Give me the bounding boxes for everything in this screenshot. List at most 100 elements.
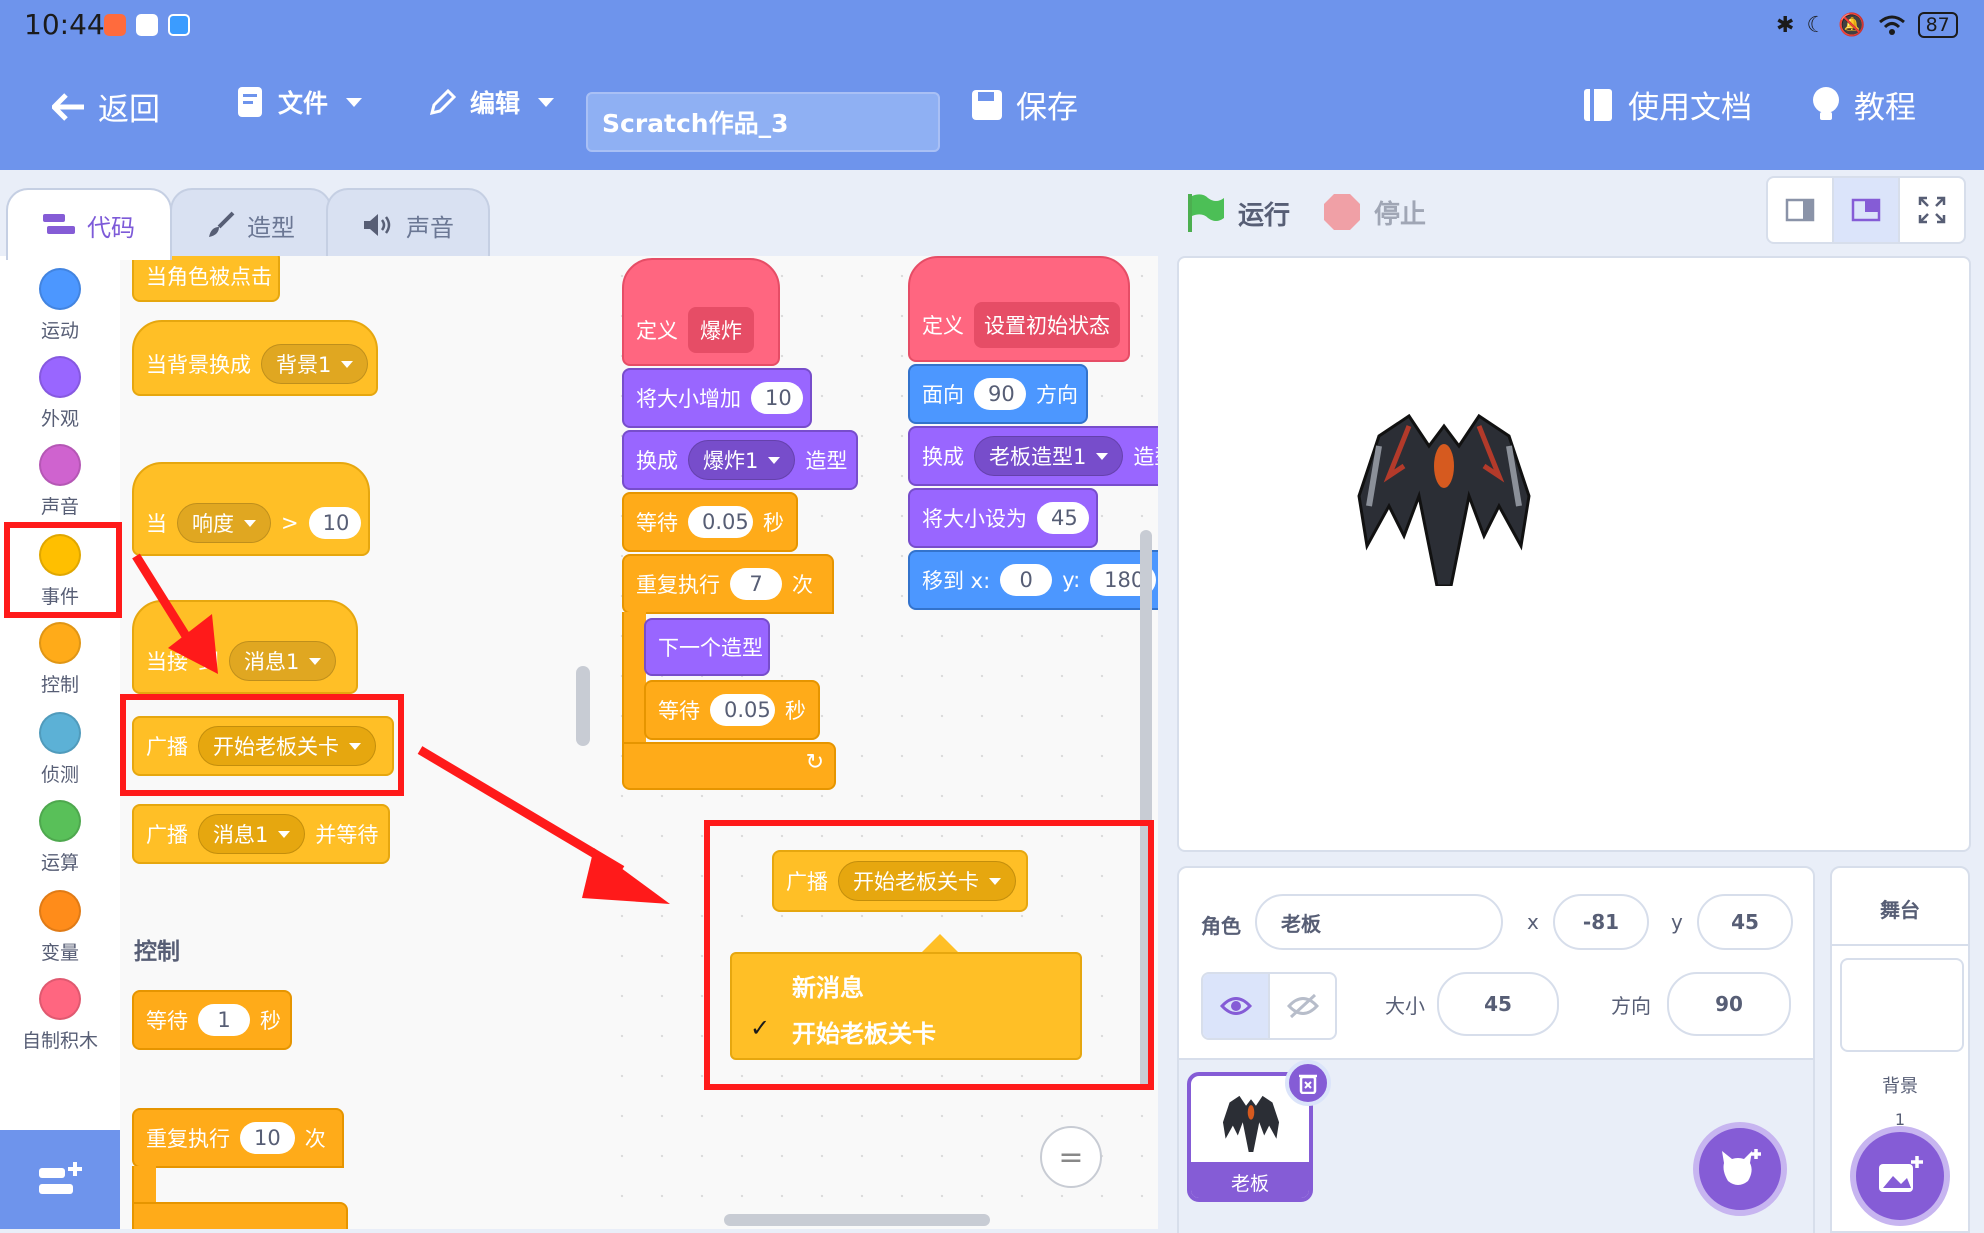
- define-name: 爆炸: [700, 319, 742, 343]
- y-label: y: [1671, 910, 1683, 934]
- zoom-reset-button[interactable]: =: [1040, 1126, 1102, 1188]
- palette-scrollbar[interactable]: [576, 666, 590, 746]
- set-size-input[interactable]: 45: [1037, 502, 1089, 534]
- stage-canvas[interactable]: [1177, 256, 1971, 852]
- repeat-input[interactable]: 7: [730, 568, 782, 600]
- backdrop-dropdown[interactable]: 背景1: [261, 344, 369, 384]
- tutorial-button[interactable]: 教程: [1810, 82, 1916, 127]
- edit-menu[interactable]: 编辑: [428, 84, 555, 120]
- y-position-input[interactable]: 45: [1697, 894, 1793, 950]
- wait-block[interactable]: 等待 0.05 秒: [644, 680, 820, 740]
- sprite-name-input[interactable]: 老板: [1255, 894, 1503, 950]
- broadcast-wait-dropdown[interactable]: 消息1: [198, 814, 306, 854]
- wait-block[interactable]: 等待 0.05 秒: [622, 492, 798, 552]
- repeat-block[interactable]: 重复执行 7 次: [622, 554, 834, 614]
- change-size-block[interactable]: 将大小增加 10: [622, 368, 812, 428]
- normal-stage-button[interactable]: [1834, 178, 1900, 242]
- category-motion[interactable]: 运动: [0, 268, 120, 343]
- fullscreen-button[interactable]: [1900, 178, 1964, 242]
- palette-heading-control: 控制: [134, 939, 180, 965]
- category-control[interactable]: 控制: [0, 622, 120, 697]
- direction-input[interactable]: 90: [974, 378, 1026, 410]
- speaker-icon: [364, 214, 391, 236]
- block-label: 并等待: [315, 823, 379, 847]
- save-button[interactable]: 保存: [970, 82, 1078, 127]
- loudness-input[interactable]: 10: [308, 507, 361, 539]
- repeat-block-foot: [132, 1202, 348, 1229]
- repeat-block[interactable]: 重复执行 10 次: [132, 1108, 344, 1168]
- costume-dropdown[interactable]: 爆炸1: [688, 440, 796, 480]
- x-position-input[interactable]: -81: [1553, 894, 1649, 950]
- category-operators[interactable]: 运算: [0, 800, 120, 875]
- category-dot: [39, 712, 81, 754]
- point-direction-block[interactable]: 面向 90 方向: [908, 364, 1088, 424]
- run-button[interactable]: 运行: [1186, 192, 1290, 234]
- switch-costume-block[interactable]: 换成 老板造型1 造型: [908, 426, 1158, 486]
- add-extension-button[interactable]: [0, 1130, 120, 1229]
- when-backdrop-switches-block[interactable]: 当背景换成 背景1: [132, 320, 378, 396]
- define-initial-state-block[interactable]: 定义 设置初始状态: [908, 256, 1130, 362]
- add-backdrop-button[interactable]: [1850, 1126, 1950, 1226]
- stage-panel-title: 舞台: [1880, 898, 1920, 922]
- annotation-box-events: [4, 522, 122, 618]
- goto-xy-block[interactable]: 移到 x: 0 y: 180: [908, 550, 1158, 610]
- repeat-input[interactable]: 10: [240, 1122, 295, 1154]
- change-size-input[interactable]: 10: [751, 382, 803, 414]
- delete-sprite-button[interactable]: [1285, 1060, 1331, 1106]
- hide-sprite-button[interactable]: [1270, 974, 1335, 1038]
- tab-sound[interactable]: 声音: [326, 188, 490, 260]
- category-looks[interactable]: 外观: [0, 356, 120, 431]
- category-dot: [39, 444, 81, 486]
- small-stage-button[interactable]: [1768, 178, 1834, 242]
- costume-dropdown[interactable]: 老板造型1: [974, 436, 1124, 476]
- loudness-dropdown[interactable]: 响度: [177, 503, 271, 543]
- show-sprite-button[interactable]: [1203, 974, 1270, 1038]
- broadcast-and-wait-block[interactable]: 广播 消息1 并等待: [132, 804, 390, 864]
- when-sprite-clicked-block[interactable]: 当角色被点击: [132, 256, 280, 302]
- category-sensing[interactable]: 侦测: [0, 712, 120, 787]
- menu-bar: 返回 文件 编辑 保存 使用文档 教程: [0, 52, 1984, 170]
- chevron-down-icon: [538, 97, 555, 107]
- stage-thumbnail[interactable]: [1840, 958, 1964, 1052]
- sprite-label: 角色: [1201, 914, 1241, 938]
- tab-costume[interactable]: 造型: [170, 188, 332, 260]
- pencil-icon: [429, 88, 457, 116]
- direction-input[interactable]: 90: [1667, 972, 1791, 1036]
- code-blocks-icon: [43, 214, 75, 234]
- tab-code[interactable]: 代码: [6, 188, 172, 260]
- size-input[interactable]: 45: [1437, 972, 1559, 1036]
- block-label: 当接: [146, 650, 188, 674]
- next-costume-block[interactable]: 下一个造型: [644, 618, 770, 676]
- block-label: 秒: [260, 1009, 281, 1033]
- project-title-input[interactable]: Scratch作品_3: [586, 92, 940, 152]
- stop-button[interactable]: 停止: [1322, 192, 1426, 232]
- block-label: 重复执行: [636, 573, 720, 597]
- wait-input[interactable]: 0.05: [710, 694, 775, 726]
- when-receive-block[interactable]: 当接到 消息1: [132, 600, 358, 694]
- bluetooth-icon: ✱: [1776, 12, 1795, 38]
- book-icon: [1584, 88, 1612, 121]
- x-input[interactable]: 0: [1000, 564, 1053, 596]
- wait-input[interactable]: 1: [198, 1004, 250, 1036]
- category-variables[interactable]: 变量: [0, 890, 120, 965]
- when-loudness-block[interactable]: 当 响度 > 10: [132, 462, 370, 556]
- chevron-down-icon: [768, 456, 781, 464]
- add-sprite-button[interactable]: [1693, 1122, 1787, 1216]
- category-my-blocks[interactable]: 自制积木: [0, 978, 120, 1053]
- set-size-block[interactable]: 将大小设为 45: [908, 488, 1098, 548]
- define-explode-block[interactable]: 定义 爆炸: [622, 258, 780, 366]
- boss-sprite[interactable]: [1349, 386, 1539, 586]
- repeat-block-foot: ↻: [622, 742, 836, 790]
- workspace-scrollbar-horizontal[interactable]: [724, 1214, 990, 1226]
- edit-label: 编辑: [470, 89, 521, 118]
- switch-costume-block[interactable]: 换成 爆炸1 造型: [622, 430, 858, 490]
- wait-input[interactable]: 0.05: [688, 506, 753, 538]
- docs-button[interactable]: 使用文档: [1582, 82, 1752, 127]
- category-dot: [39, 978, 81, 1020]
- category-sound[interactable]: 声音: [0, 444, 120, 519]
- wait-block[interactable]: 等待 1 秒: [132, 990, 292, 1050]
- file-menu[interactable]: 文件: [236, 84, 363, 120]
- message-dropdown[interactable]: 消息1: [229, 641, 337, 681]
- repeat-block-arm: [622, 612, 646, 742]
- back-button[interactable]: 返回: [52, 84, 160, 129]
